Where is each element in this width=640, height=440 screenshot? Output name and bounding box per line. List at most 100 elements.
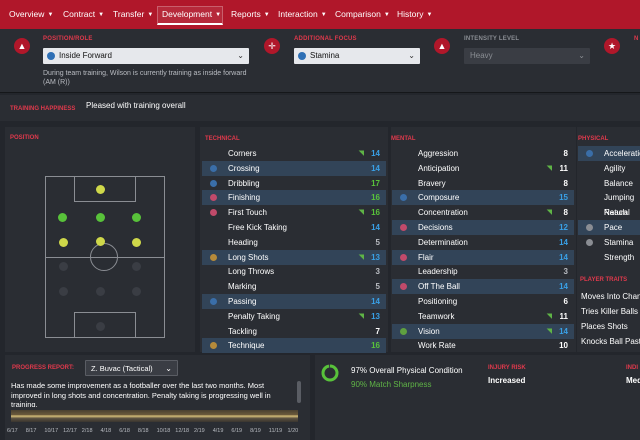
nav-transfer[interactable]: Transfer ▼	[113, 0, 153, 29]
attribute-row[interactable]: Anticipation ◥ 11	[392, 161, 574, 176]
improving-arrow-icon: ◥	[546, 164, 552, 172]
crosshair-icon: ✛	[264, 38, 280, 54]
attribute-row[interactable]: First Touch ◥ 16	[202, 205, 386, 220]
attribute-row[interactable]: Agility	[578, 161, 640, 176]
nav-overview[interactable]: Overview ▼	[9, 0, 53, 29]
intensity-level-value: Heavy	[470, 51, 493, 60]
attribute-row[interactable]: Strength	[578, 250, 640, 265]
progress-date-label: 10/18	[156, 428, 171, 434]
progress-date-label: 6/17	[7, 428, 18, 434]
physical-label: PHYSICAL	[578, 136, 609, 142]
attribute-row[interactable]: Decisions 12	[392, 220, 574, 235]
nav-contract[interactable]: Contract ▼	[63, 0, 104, 29]
nav-development[interactable]: Development ▼	[162, 0, 221, 29]
pitch-diagram	[45, 176, 165, 338]
attribute-row[interactable]: Finishing 16	[202, 190, 386, 206]
attribute-row[interactable]: Bravery 8	[392, 176, 574, 191]
attribute-row[interactable]: Determination 14	[392, 235, 574, 250]
attribute-row[interactable]: Heading 5	[202, 235, 386, 250]
attribute-key-icon	[400, 327, 407, 335]
attribute-row[interactable]: Crossing 14	[202, 160, 386, 176]
pitch-position-dot	[96, 322, 105, 331]
improving-arrow-icon: ◥	[546, 209, 552, 217]
progress-date-label: 12/17	[63, 428, 77, 434]
progress-report-text: Has made some improvement as a footballe…	[11, 381, 271, 407]
nav-comparison[interactable]: Comparison ▼	[335, 0, 390, 29]
intensity-level-select[interactable]: Heavy ⌄	[464, 48, 590, 64]
attribute-value: 6	[563, 297, 568, 306]
injury-risk-label: INJURY RISK	[488, 365, 526, 371]
nav-reports[interactable]: Reports ▼	[231, 0, 270, 29]
progress-date-label: 6/18	[119, 428, 130, 434]
progress-text-scrollbar[interactable]	[297, 381, 301, 403]
chevron-down-icon: ▼	[383, 12, 390, 18]
attribute-key-icon	[210, 164, 217, 172]
additional-focus-select[interactable]: Stamina ⌄	[294, 48, 420, 64]
attribute-row[interactable]: Tackling 7	[202, 324, 386, 339]
attribute-row[interactable]: Balance	[578, 176, 640, 191]
attribute-value: 16	[371, 341, 380, 351]
attribute-row[interactable]: Jumping Reach	[578, 190, 640, 217]
coach-select-value: Z. Buvac (Tactical)	[91, 364, 153, 373]
chevron-down-icon: ▼	[215, 12, 222, 18]
attribute-key-icon	[400, 224, 407, 231]
condition-panel: 97% Overall Physical Condition 90% Match…	[315, 355, 640, 440]
nav-history[interactable]: History ▼	[397, 0, 432, 29]
attribute-row[interactable]: Long Throws 3	[202, 264, 386, 279]
attribute-row[interactable]: Flair 14	[392, 249, 574, 265]
attribute-value: 14	[371, 163, 380, 173]
pitch-position-dot	[59, 262, 68, 271]
attribute-row[interactable]: Natural Fitness	[578, 205, 640, 232]
attribute-row[interactable]: Vision ◥ 14	[392, 323, 574, 339]
attribute-row[interactable]: Stamina	[578, 235, 640, 250]
attribute-row[interactable]: Technique 16	[202, 338, 386, 354]
chevron-down-icon: ▼	[320, 12, 327, 18]
attribute-value: 5	[375, 282, 380, 292]
additional-focus-value: Stamina	[310, 51, 340, 60]
attribute-name: Marking	[228, 282, 257, 292]
attribute-row[interactable]: Free Kick Taking 14	[202, 220, 386, 235]
progress-date-label: 8/18	[137, 428, 149, 434]
nav-contract-label: Contract	[63, 9, 96, 19]
attribute-row[interactable]: Passing 14	[202, 294, 386, 309]
attribute-key-icon	[210, 179, 217, 187]
chevron-down-icon: ▼	[147, 12, 154, 18]
attribute-row[interactable]: Penalty Taking ◥ 13	[202, 309, 386, 324]
attribute-row[interactable]: Pace	[578, 220, 640, 235]
attribute-name: Free Kick Taking	[228, 223, 287, 232]
improving-arrow-icon: ◥	[358, 209, 364, 217]
attribute-row[interactable]: Aggression 8	[392, 146, 574, 161]
attribute-row[interactable]: Composure 15	[392, 190, 574, 206]
nav-interaction[interactable]: Interaction ▼	[278, 0, 327, 29]
attribute-value: 3	[563, 267, 568, 277]
player-trait-item: Moves Into Channels	[581, 292, 640, 301]
attribute-name: Finishing	[228, 193, 261, 203]
attribute-row[interactable]: Acceleration	[578, 146, 640, 161]
attribute-row[interactable]: Corners ◥ 14	[202, 146, 386, 161]
attribute-value: 11	[559, 311, 568, 321]
attribute-key-icon	[586, 150, 593, 157]
nav-development-label: Development	[162, 9, 213, 19]
coach-select[interactable]: Z. Buvac (Tactical) ⌄	[85, 360, 178, 376]
attribute-row[interactable]: Teamwork ◥ 11	[392, 309, 574, 324]
attribute-row[interactable]: Work Rate 10	[392, 338, 574, 353]
attribute-row[interactable]: Concentration ◥ 8	[392, 205, 574, 220]
injury-risk-value: Increased	[488, 376, 526, 385]
chevron-down-icon: ⌄	[165, 364, 172, 373]
attribute-name: Agility	[604, 163, 626, 173]
attribute-name: Stamina	[604, 237, 634, 247]
attribute-value: 16	[371, 193, 380, 203]
attribute-row[interactable]: Positioning 6	[392, 294, 574, 309]
attribute-row[interactable]: Long Shots ◥ 13	[202, 249, 386, 265]
position-role-select[interactable]: Inside Forward ⌄	[43, 48, 249, 64]
pitch-position-dot	[96, 213, 105, 222]
attribute-name: Teamwork	[418, 311, 455, 321]
match-sharpness-text: 90% Match Sharpness	[351, 380, 432, 389]
attribute-row[interactable]: Off The Ball 14	[392, 279, 574, 295]
attribute-row[interactable]: Marking 5	[202, 279, 386, 294]
progress-graph	[11, 410, 298, 422]
attribute-value: 14	[559, 326, 568, 336]
attribute-row[interactable]: Leadership 3	[392, 264, 574, 279]
progress-date-label: 8/19	[250, 428, 261, 434]
attribute-row[interactable]: Dribbling 17	[202, 176, 386, 191]
